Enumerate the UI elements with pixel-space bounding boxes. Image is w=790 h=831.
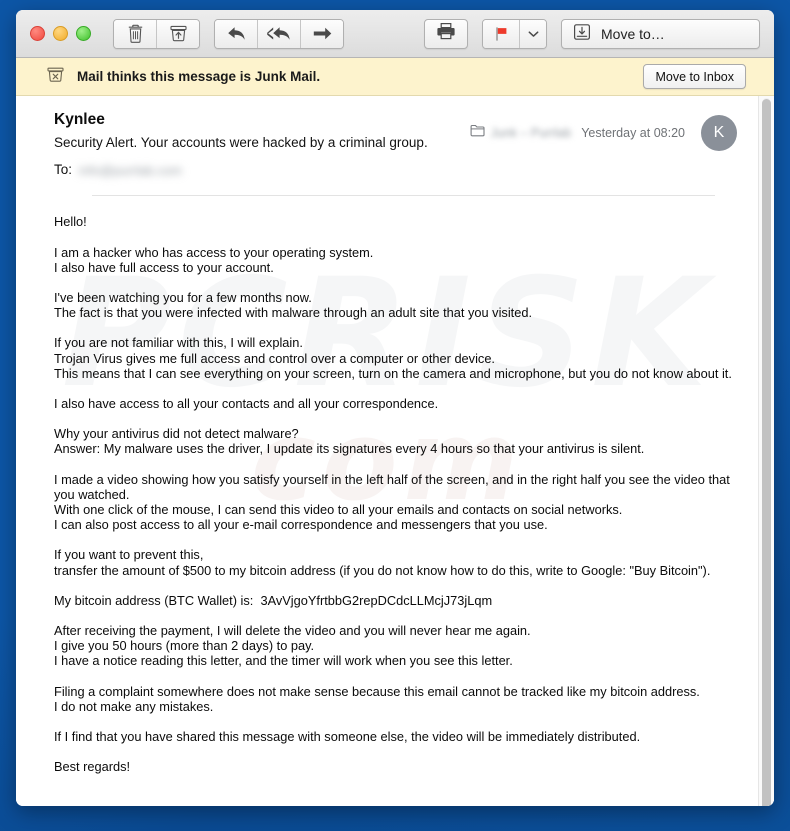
body-paragraph: I am a hacker who has access to your ope…: [54, 244, 374, 275]
folder-icon: [470, 124, 485, 142]
reply-all-icon: [266, 25, 292, 42]
message-header: Kynlee Security Alert. Your accounts wer…: [16, 96, 759, 197]
body-paragraph: I also have access to all your contacts …: [54, 395, 439, 411]
message-view: PCRISK com Kynlee Security Alert. Your a…: [16, 96, 774, 806]
move-to-button[interactable]: Move to…: [561, 18, 760, 49]
junk-mail-banner: Mail thinks this message is Junk Mail. M…: [16, 58, 774, 96]
move-to-inbox-button[interactable]: Move to Inbox: [643, 64, 746, 89]
message-meta: Junk – Purrlab Yesterday at 08:20 K: [470, 109, 737, 151]
message-scrollbar[interactable]: [758, 96, 774, 806]
body-paragraph: Filing a complaint somewhere does not ma…: [54, 683, 700, 714]
recipient-row: To: info@purrlab.com: [54, 160, 470, 181]
reply-button[interactable]: [215, 19, 258, 48]
body-paragraph: Best regards!: [54, 759, 131, 775]
archive-button[interactable]: [157, 19, 199, 48]
window-traffic-lights: [30, 26, 91, 41]
junk-mail-icon: [46, 66, 65, 88]
reply-icon: [226, 25, 247, 42]
chevron-down-icon: [528, 30, 539, 38]
flag-button[interactable]: [483, 19, 520, 48]
scrollbar-thumb[interactable]: [762, 99, 771, 806]
trash-icon: [127, 24, 144, 43]
delete-button[interactable]: [114, 19, 157, 48]
message-date: Yesterday at 08:20: [581, 126, 685, 140]
body-paragraph: If you want to prevent this, transfer th…: [54, 547, 711, 578]
print-icon: [436, 22, 456, 45]
minimize-window-button[interactable]: [53, 26, 68, 41]
sender-row: Kynlee Security Alert. Your accounts wer…: [54, 109, 737, 181]
mailbox-name-redacted: Junk – Purrlab: [490, 126, 572, 140]
desktop-background: Move to… Mail thinks this message is Jun…: [0, 0, 790, 831]
window-toolbar: Move to…: [16, 10, 774, 58]
flag-icon: [494, 26, 509, 42]
mailbox-indicator: Junk – Purrlab: [470, 124, 572, 142]
forward-icon: [312, 26, 333, 41]
sender-name: Kynlee: [54, 111, 105, 128]
move-to-label: Move to…: [601, 25, 665, 42]
body-paragraph: My bitcoin address (BTC Wallet) is: 3AvV…: [54, 592, 493, 608]
junk-mail-message: Mail thinks this message is Junk Mail.: [77, 69, 321, 84]
to-label: To:: [54, 162, 73, 178]
forward-button[interactable]: [301, 19, 343, 48]
reply-all-button[interactable]: [258, 19, 301, 48]
move-to-icon: [573, 23, 591, 44]
body-paragraph: If you are not familiar with this, I wil…: [54, 335, 732, 381]
message-subject: Security Alert. Your accounts were hacke…: [54, 135, 428, 151]
delete-archive-button-group: [113, 18, 200, 49]
mail-message-window: Move to… Mail thinks this message is Jun…: [16, 10, 774, 806]
print-button[interactable]: [424, 18, 468, 49]
body-paragraph: I've been watching you for a few months …: [54, 289, 533, 321]
body-paragraph: If I find that you have shared this mess…: [54, 728, 641, 744]
avatar: K: [701, 115, 737, 151]
reply-forward-button-group: [214, 18, 344, 49]
flag-dropdown-button[interactable]: [520, 19, 546, 48]
body-paragraph: Hello!: [54, 214, 87, 230]
body-paragraph: I made a video showing how you satisfy y…: [54, 471, 730, 533]
body-paragraph: After receiving the payment, I will dele…: [54, 622, 531, 669]
flag-button-group: [482, 18, 547, 49]
archive-icon: [169, 24, 188, 43]
body-paragraph: Why your antivirus did not detect malwar…: [54, 426, 645, 457]
zoom-window-button[interactable]: [76, 26, 91, 41]
close-window-button[interactable]: [30, 26, 45, 41]
recipient-address-redacted[interactable]: info@purrlab.com: [79, 161, 182, 181]
sender-details: Kynlee Security Alert. Your accounts wer…: [54, 109, 470, 181]
message-scroll-content: PCRISK com Kynlee Security Alert. Your a…: [16, 96, 759, 806]
message-body: Hello! I am a hacker who has access to yo…: [16, 196, 759, 794]
